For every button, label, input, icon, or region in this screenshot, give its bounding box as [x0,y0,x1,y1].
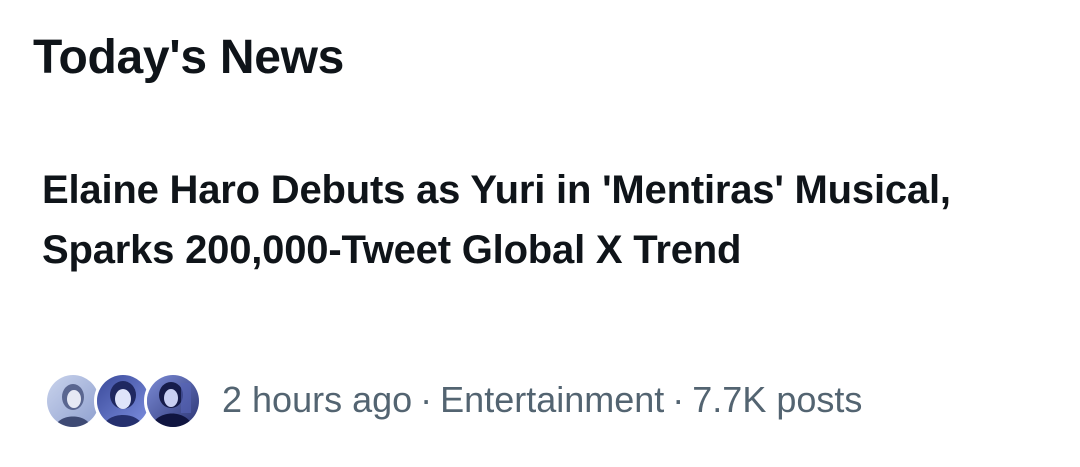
news-meta-row: 2 hours ago · Entertainment · 7.7K posts [44,368,862,432]
news-post-count: 7.7K posts [692,379,863,420]
avatar-stack [44,368,202,432]
news-category: Entertainment [440,379,665,420]
news-time: 2 hours ago [222,379,413,420]
news-meta-text: 2 hours ago · Entertainment · 7.7K posts [222,378,862,422]
avatar-photo-icon [47,375,99,427]
news-item[interactable]: Elaine Haro Debuts as Yuri in 'Mentiras'… [0,160,1080,460]
meta-separator: · [420,379,433,420]
avatar-photo-icon [97,375,149,427]
avatar [144,372,202,430]
meta-separator: · [672,379,685,420]
news-headline[interactable]: Elaine Haro Debuts as Yuri in 'Mentiras'… [42,160,1032,280]
avatar-photo-icon [147,375,199,427]
section-title: Today's News [33,31,345,84]
